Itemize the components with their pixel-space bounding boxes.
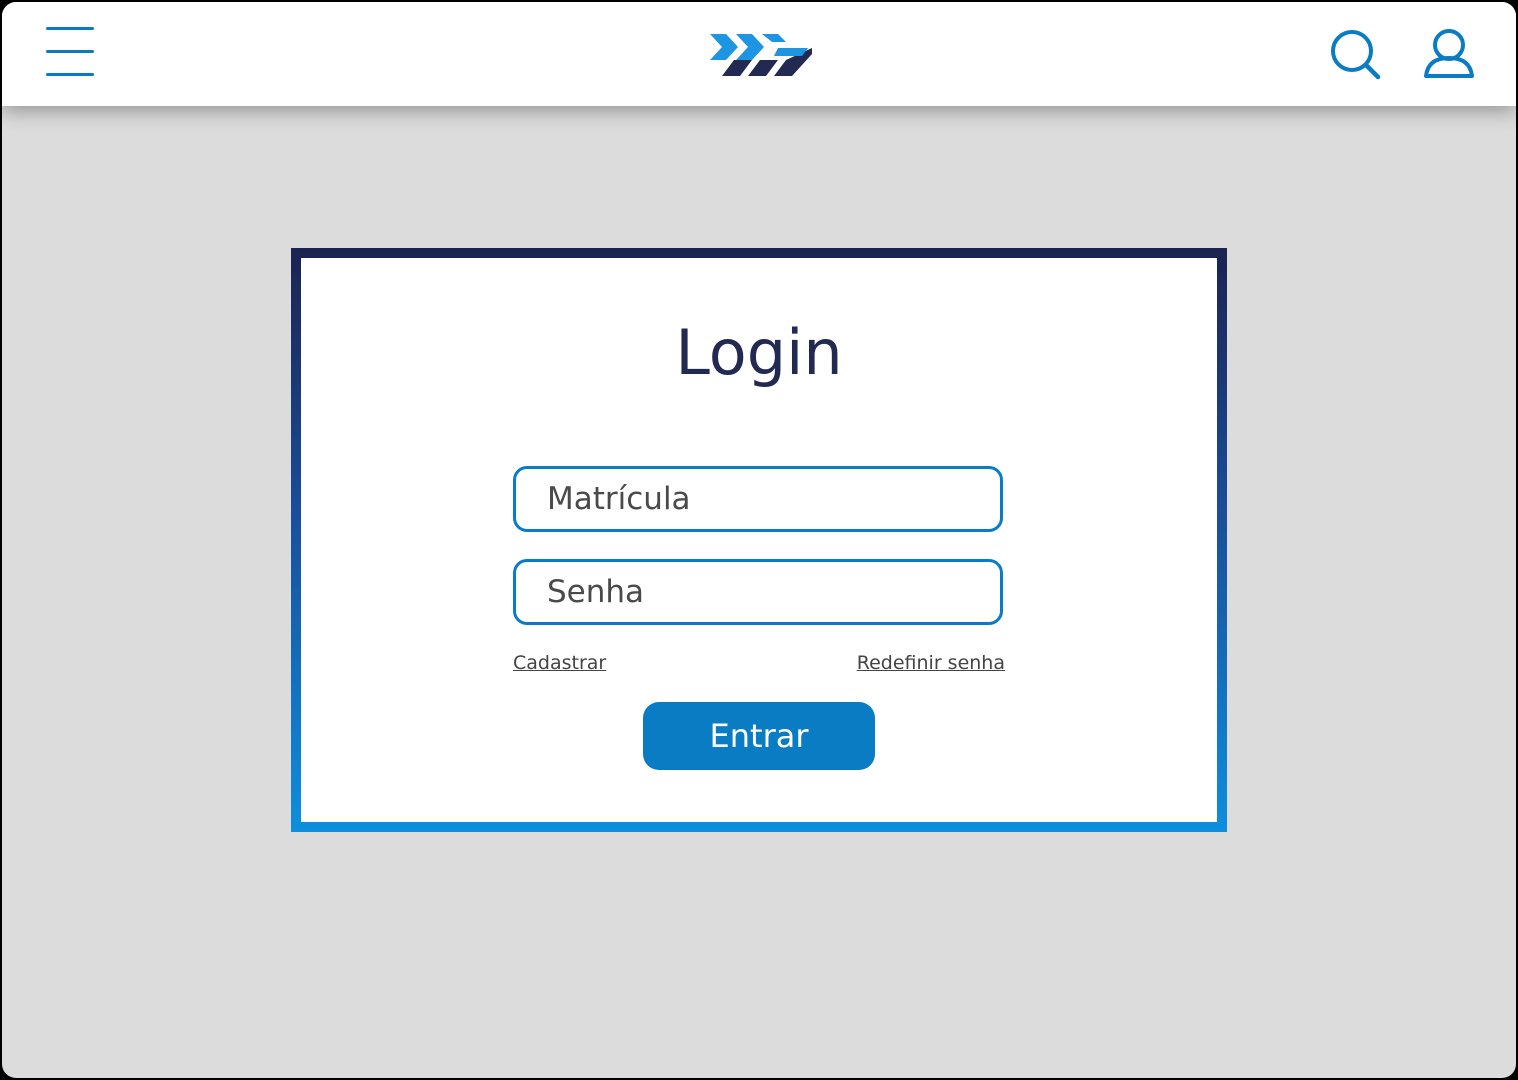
senha-field-wrapper	[513, 559, 1003, 625]
matricula-input[interactable]	[516, 469, 1000, 529]
login-card: Login Cadastrar Redefinir senha Entrar	[301, 258, 1217, 822]
top-navigation-bar	[2, 2, 1516, 106]
user-icon[interactable]	[1422, 28, 1476, 80]
search-icon[interactable]	[1328, 28, 1382, 80]
cadastrar-link[interactable]: Cadastrar	[513, 652, 606, 674]
chevrons-logo-icon[interactable]	[708, 30, 812, 78]
redefinir-senha-link[interactable]: Redefinir senha	[857, 652, 1005, 674]
senha-input[interactable]	[516, 562, 1000, 622]
app-frame: Login Cadastrar Redefinir senha Entrar	[2, 2, 1516, 1078]
matricula-field-wrapper	[513, 466, 1003, 532]
login-title: Login	[675, 316, 843, 389]
hamburger-menu-icon[interactable]	[46, 26, 98, 80]
login-card-border: Login Cadastrar Redefinir senha Entrar	[291, 248, 1227, 832]
entrar-button[interactable]: Entrar	[643, 702, 875, 770]
